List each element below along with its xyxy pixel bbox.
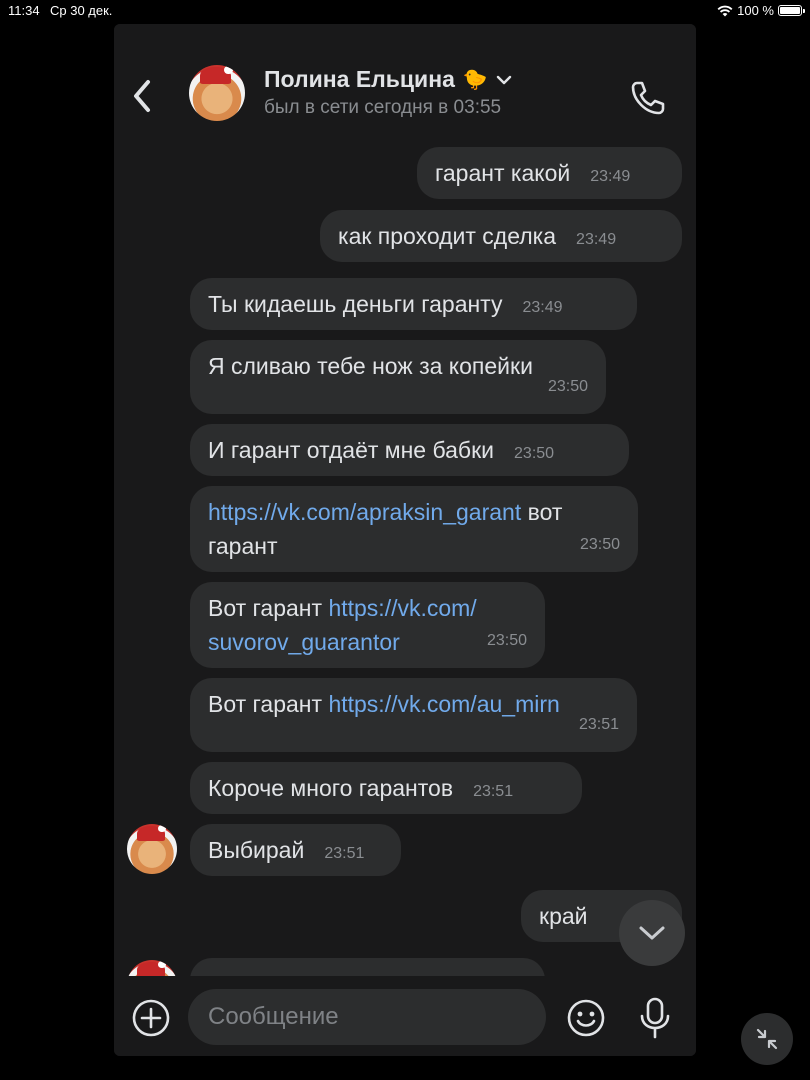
message-time: 23:50 (486, 632, 527, 649)
message-list[interactable]: гарант какой 23:49 как проходит сделка 23:… (114, 144, 696, 976)
message-time: 23:50 (579, 536, 620, 553)
avatar-hat (137, 960, 166, 976)
message-time: 23:51 (324, 845, 365, 862)
battery-icon (778, 5, 805, 16)
message-text: Короче много гарантов (208, 775, 454, 801)
contact-name-row[interactable]: Полина Ельцина 🐤 (264, 66, 512, 93)
scroll-down-button[interactable] (619, 900, 685, 966)
wifi-icon (717, 5, 733, 16)
contact-avatar[interactable] (189, 65, 245, 121)
message-text: край (539, 903, 588, 929)
message-text: гарант какой (435, 160, 571, 186)
avatar-hat (200, 65, 233, 85)
smile-icon[interactable] (566, 998, 606, 1038)
message-text: как проходит сделка (338, 223, 557, 249)
status-bar: 11:34 Ср 30 дек. 100 % (0, 0, 810, 22)
message-bubble[interactable]: Вот гарант https://vk.com/ suvorov_guara… (190, 582, 545, 668)
collapse-button[interactable] (741, 1013, 793, 1065)
message-text: Я сливаю тебе нож за копейки (208, 353, 533, 379)
message-composer: Сообщение (114, 976, 696, 1056)
message-link[interactable]: suvorov_guarantor (208, 629, 400, 655)
last-seen-status: был в сети сегодня в 03:55 (264, 97, 502, 118)
plus-circle-icon[interactable] (131, 998, 171, 1038)
message-time: 23:50 (514, 445, 555, 462)
message-bubble[interactable]: Я сливаю тебе нож за копейки 23:50 (190, 340, 606, 414)
message-bubble[interactable]: Короче много гарантов 23:51 (190, 762, 582, 814)
chevron-down-icon[interactable] (496, 74, 512, 86)
message-time: 23:49 (522, 299, 563, 316)
message-bubble[interactable]: Вот гарант https://vk.com/au_mirn 23:51 (190, 678, 637, 752)
avatar-hat (137, 824, 166, 841)
status-date: Ср 30 дек. (50, 3, 113, 18)
message-time: 23:51 (578, 716, 619, 733)
message-time: 23:49 (576, 231, 617, 248)
chat-window: Полина Ельцина 🐤 был в сети сегодня в 03… (114, 24, 696, 1056)
contact-name: Полина Ельцина (264, 66, 455, 92)
status-time: 11:34 (8, 3, 40, 18)
chevron-down-icon (639, 926, 665, 940)
collapse-arrows-icon (756, 1028, 778, 1050)
message-text: Вот гарант (208, 595, 329, 621)
battery-percent: 100 % (737, 3, 774, 18)
message-text: Ты кидаешь деньги гаранту (208, 291, 503, 317)
message-bubble[interactable]: Выбирай 23:51 (190, 824, 401, 876)
message-link[interactable]: https://vk.com/apraksin_garant (208, 499, 521, 525)
message-text: Вот гарант (208, 691, 329, 717)
message-bubble[interactable]: https://vk.com/apraksin_garant вот гаран… (190, 486, 638, 572)
message-bubble[interactable]: И гарант отдаёт мне бабки 23:50 (190, 424, 629, 476)
message-time: 23:51 (473, 783, 514, 800)
message-link[interactable]: https://vk.com/ (328, 595, 476, 621)
back-icon[interactable] (128, 76, 156, 116)
chat-header: Полина Ельцина 🐤 был в сети сегодня в 03… (114, 24, 696, 144)
message-bubble[interactable]: как проходит сделка 23:49 (320, 210, 682, 262)
battery-level (780, 7, 800, 14)
message-bubble-partial[interactable] (190, 958, 545, 976)
phone-icon[interactable] (628, 78, 668, 118)
message-text: Выбирай (208, 837, 305, 863)
chick-emoji-icon: 🐤 (462, 69, 488, 91)
message-input[interactable]: Сообщение (188, 989, 546, 1045)
message-bubble[interactable]: гарант какой 23:49 (417, 147, 682, 199)
message-bubble[interactable]: Ты кидаешь деньги гаранту 23:49 (190, 278, 637, 330)
message-time: 23:50 (547, 378, 588, 395)
message-time: 23:49 (590, 168, 631, 185)
sender-avatar[interactable] (127, 960, 177, 976)
status-right: 100 % (717, 3, 805, 18)
microphone-icon[interactable] (638, 996, 672, 1040)
message-text: И гарант отдаёт мне бабки (208, 437, 495, 463)
sender-avatar[interactable] (127, 824, 177, 874)
message-link[interactable]: https://vk.com/au_mirn (328, 691, 559, 717)
